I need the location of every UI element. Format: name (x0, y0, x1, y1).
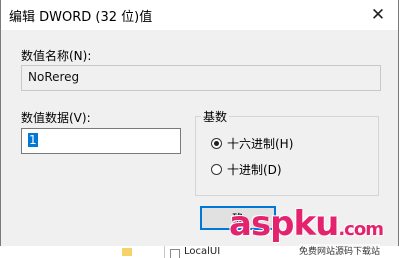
close-button[interactable]: ✕ (366, 4, 390, 26)
edit-dword-dialog: 编辑 DWORD (32 位)值 ✕ 数值名称(N): NoRereg 数值数据… (0, 0, 399, 247)
radio-decimal[interactable]: 十进制(D) (211, 161, 282, 178)
title-bar: 编辑 DWORD (32 位)值 ✕ (1, 0, 398, 30)
value-name-text: NoRereg (28, 70, 80, 84)
radio-unchecked-icon (211, 164, 222, 175)
value-name-label: 数值名称(N): (21, 49, 92, 63)
ok-button[interactable]: 确 (200, 206, 276, 230)
value-data-label: 数值数据(V): (21, 111, 91, 125)
folder-icon (122, 248, 132, 256)
registry-value-icon (170, 249, 180, 258)
value-data-input[interactable]: 1 (21, 128, 181, 154)
dialog-title: 编辑 DWORD (32 位)值 (9, 10, 153, 25)
base-groupbox (195, 116, 379, 196)
radio-hex-label: 十六进制(H) (227, 137, 294, 151)
value-name-field: NoRereg (21, 65, 381, 91)
radio-dec-label: 十进制(D) (227, 163, 282, 177)
ok-button-label: 确 (231, 211, 244, 226)
value-data-text: 1 (28, 133, 38, 147)
radio-hexadecimal[interactable]: 十六进制(H) (211, 135, 293, 152)
background-window-strip: LocalUI (0, 246, 399, 258)
divider (164, 246, 165, 258)
background-item-text: LocalUI (184, 246, 221, 257)
close-icon: ✕ (370, 5, 386, 25)
radio-checked-icon (211, 138, 222, 149)
base-group-title: 基数 (201, 108, 230, 125)
